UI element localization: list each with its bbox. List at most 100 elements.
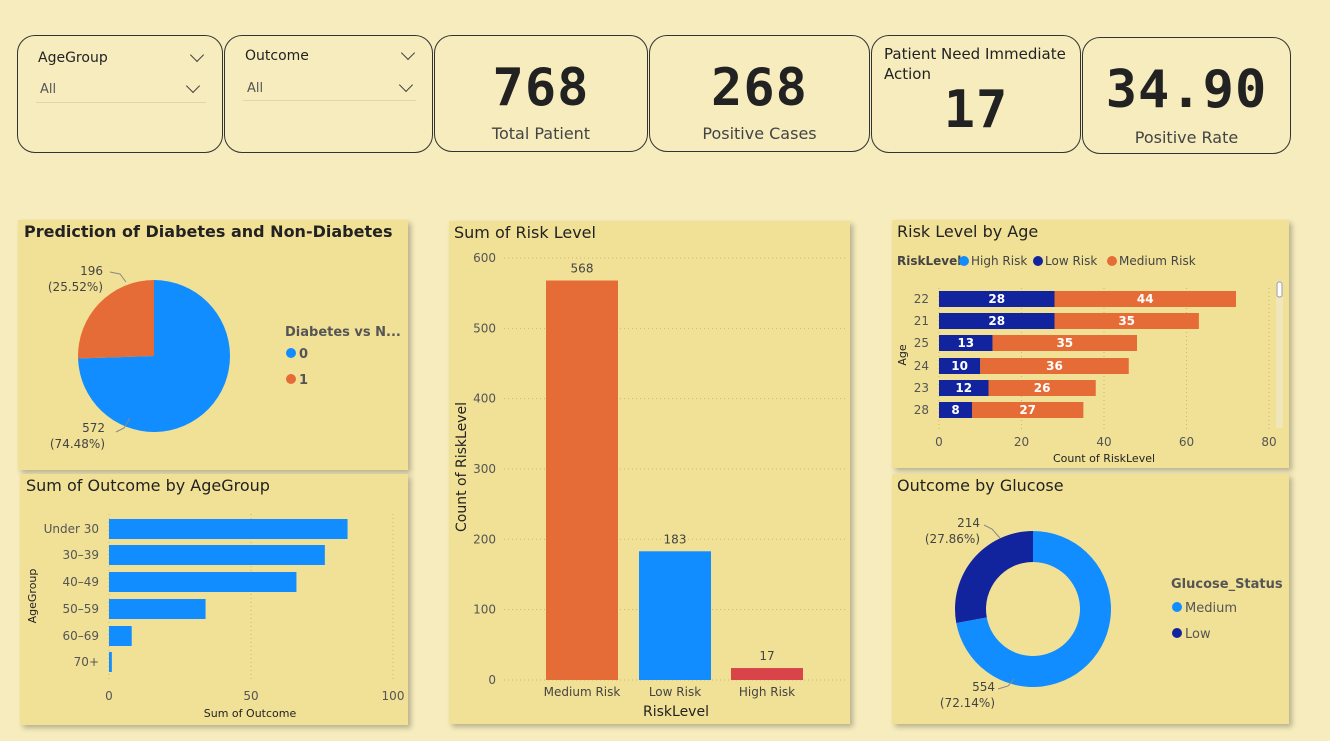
- chevron-down-icon[interactable]: [185, 78, 201, 94]
- age-data-label: 26: [1034, 381, 1051, 395]
- age-legend-marker: [959, 256, 969, 266]
- positive-rate-value: 34.90: [1105, 60, 1268, 120]
- age-x-tick: 20: [1014, 435, 1029, 449]
- age-data-label: 8: [951, 403, 959, 417]
- prediction-pie-chart: 572 (74.48%) 196 (25.52%) Diabetes vs N... 0 1: [48, 264, 401, 451]
- ag-x-tick: 50: [243, 689, 258, 703]
- ag-y-label: AgeGroup: [26, 569, 39, 624]
- risk-bar-0: [546, 280, 618, 680]
- age-scrollbar-track: [1276, 281, 1283, 428]
- age-x-tick: 80: [1261, 435, 1276, 449]
- ag-bar-0: [109, 519, 348, 539]
- age-legend-label: Medium Risk: [1119, 254, 1196, 268]
- outcome-agegroup-panel: Sum of Outcome by AgeGroup 0 50 100 Under 3…: [20, 474, 408, 725]
- age-y-tick: 24: [914, 359, 929, 373]
- risk-x-tick: Low Risk: [649, 685, 701, 699]
- total-patient-label: Total Patient: [491, 124, 591, 143]
- ag-y-tick: 60–69: [62, 629, 99, 643]
- risk-y-tick: 500: [473, 321, 496, 335]
- risk-y-tick: 600: [473, 251, 496, 265]
- risk-y-tick: 300: [473, 462, 496, 476]
- chevron-down-icon[interactable]: [189, 47, 205, 63]
- positive-rate-label: Positive Rate: [1134, 128, 1239, 147]
- risk-by-age-panel: Risk Level by Age RiskLevel High Risk Low …: [892, 220, 1289, 468]
- risk-x-tick: Medium Risk: [544, 685, 621, 699]
- age-data-label: 35: [1056, 336, 1073, 350]
- risk-data-label: 17: [759, 649, 774, 663]
- risk-bar-1: [639, 551, 711, 680]
- pie-label-value: 196: [80, 264, 103, 278]
- ag-y-tick: 70+: [74, 655, 99, 669]
- ag-bar-1: [109, 545, 325, 565]
- ag-bar-4: [109, 626, 132, 646]
- total-patient-value: 768: [492, 58, 590, 118]
- outcome-slicer-label: Outcome: [245, 48, 309, 64]
- risk-y-label: Count of RiskLevel: [454, 402, 470, 532]
- agegroup-slicer[interactable]: AgeGroup All: [17, 35, 223, 153]
- outcome-slicer[interactable]: Outcome All: [224, 35, 433, 153]
- risk-bar-2: [731, 668, 803, 680]
- risk-by-age-chart: RiskLevel High Risk Low Risk Medium Risk 0 20…: [896, 254, 1283, 465]
- donut-label-value: 214: [957, 516, 980, 530]
- pie-leader-line: [109, 271, 127, 283]
- donut-label-pct: (72.14%): [940, 696, 995, 710]
- outcome-slicer-value[interactable]: All: [247, 81, 263, 96]
- age-legend-marker: [1107, 256, 1117, 266]
- donut-leader-line: [983, 524, 1001, 539]
- age-legend-label: Low Risk: [1045, 254, 1097, 268]
- chevron-down-icon[interactable]: [398, 77, 414, 93]
- risk-x-tick: High Risk: [739, 685, 795, 699]
- donut-legend-marker: [1172, 628, 1182, 638]
- age-data-label: 28: [988, 292, 1005, 306]
- donut-legend-label: Low: [1185, 627, 1211, 642]
- immediate-action-label: Patient Need Immediate Action: [884, 45, 1066, 83]
- positive-cases-value: 268: [711, 58, 808, 118]
- ag-x-label: Sum of Outcome: [204, 707, 297, 720]
- donut-legend-label: Medium: [1185, 601, 1237, 616]
- age-x-tick: 40: [1096, 435, 1111, 449]
- risk-y-tick: 100: [473, 603, 496, 617]
- ag-x-tick: 0: [105, 689, 113, 703]
- ag-y-tick: 40–49: [62, 575, 99, 589]
- ag-bar-5: [109, 652, 112, 672]
- age-x-tick: 0: [935, 435, 943, 449]
- ag-y-tick: 50–59: [62, 602, 99, 616]
- age-data-label: 10: [951, 359, 968, 373]
- risk-y-tick: 200: [473, 532, 496, 546]
- age-y-tick: 23: [914, 381, 929, 395]
- ag-x-tick: 100: [382, 689, 405, 703]
- age-scrollbar-thumb: [1276, 281, 1283, 298]
- pie-label-pct: (74.48%): [50, 437, 105, 451]
- age-data-label: 12: [955, 381, 972, 395]
- immediate-action-card: Patient Need Immediate Action 17: [871, 35, 1081, 153]
- risk-y-tick: 0: [488, 673, 496, 687]
- ag-bar-2: [109, 572, 297, 592]
- donut-legend-marker: [1172, 602, 1182, 612]
- pie-legend-title: Diabetes vs N...: [285, 325, 401, 340]
- pie-legend-label: 1: [299, 373, 308, 388]
- chevron-down-icon[interactable]: [400, 45, 416, 61]
- immediate-action-value: 17: [943, 80, 1009, 140]
- age-x-tick: 60: [1179, 435, 1194, 449]
- age-legend-marker: [1033, 256, 1043, 266]
- age-legend-label: High Risk: [971, 254, 1027, 268]
- donut-label-value: 554: [972, 680, 995, 694]
- age-y-label: Age: [896, 344, 909, 366]
- risk-level-panel: Sum of Risk Level 0 100 200 300 400 500 600 568…: [449, 221, 850, 724]
- pie-label-pct: (25.52%): [48, 280, 103, 294]
- age-data-label: 28: [988, 314, 1005, 328]
- donut-label-pct: (27.86%): [925, 532, 980, 546]
- age-y-tick: 21: [914, 314, 929, 328]
- risk-data-label: 568: [571, 262, 594, 276]
- positive-cases-label: Positive Cases: [702, 124, 817, 143]
- age-data-label: 35: [1118, 314, 1135, 328]
- age-data-label: 27: [1019, 403, 1036, 417]
- outcome-agegroup-chart: 0 50 100 Under 30 30–39 40–49 50–59 60–69 70+ Sum…: [26, 514, 405, 720]
- risk-x-label: RiskLevel: [643, 704, 709, 720]
- agegroup-slicer-label: AgeGroup: [38, 50, 108, 66]
- ag-bar-3: [109, 599, 206, 619]
- positive-cases-card: 268 Positive Cases: [649, 35, 870, 152]
- glucose-donut-panel: Outcome by Glucose 554 (72.14%) 214 (27.86%…: [892, 474, 1289, 724]
- ag-y-tick: Under 30: [44, 522, 99, 536]
- agegroup-slicer-value[interactable]: All: [40, 82, 56, 97]
